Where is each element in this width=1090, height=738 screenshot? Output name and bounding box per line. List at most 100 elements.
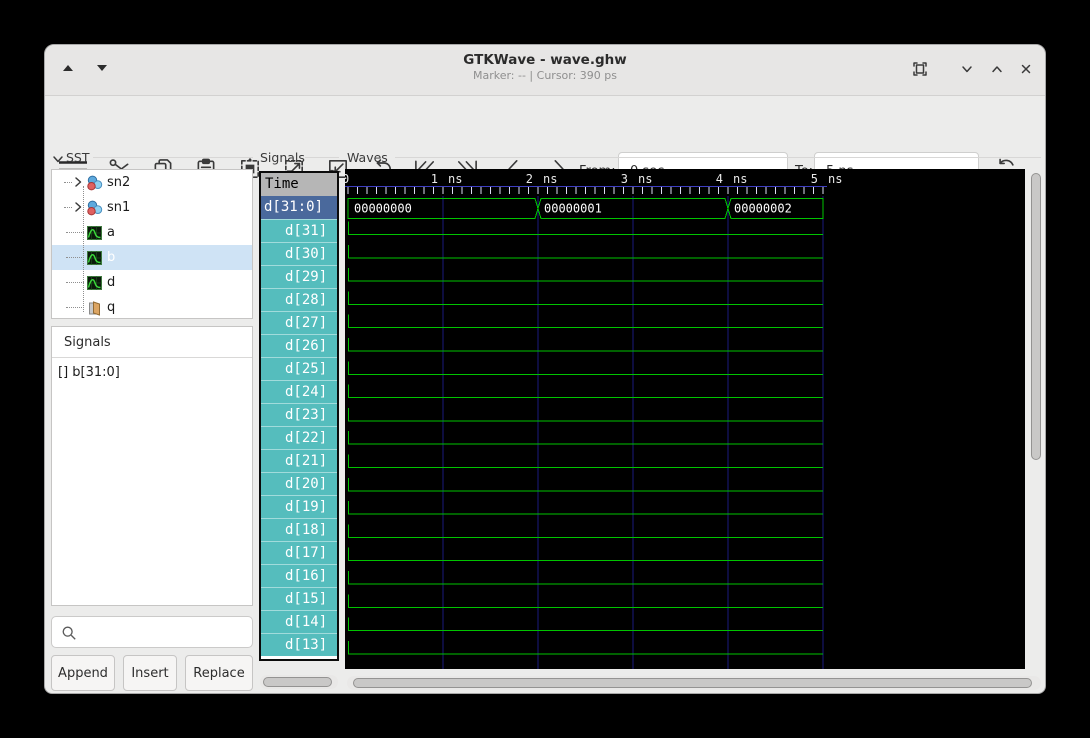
signal-row-d28[interactable]: d[28] — [261, 288, 337, 311]
tree-item-label: d — [107, 275, 115, 290]
chevron-up-icon — [988, 60, 1006, 78]
tree-item-q[interactable]: q — [52, 295, 252, 320]
expander-chevron-icon[interactable] — [72, 173, 84, 192]
window-status: Marker: -- | Cursor: 390 ps — [45, 69, 1045, 83]
waves-label: Waves — [347, 150, 388, 165]
insert-button[interactable]: Insert — [123, 655, 177, 691]
svg-text:2: 2 — [526, 172, 533, 186]
signals-column-label: Signals — [260, 150, 305, 165]
signal-row-d17[interactable]: d[17] — [261, 541, 337, 564]
svg-text:0: 0 — [345, 172, 349, 186]
sst-label: SST — [66, 150, 90, 165]
tree-item-sn2[interactable]: sn2 — [52, 170, 252, 195]
signal-row-d23[interactable]: d[23] — [261, 403, 337, 426]
sst-expander-icon[interactable] — [52, 153, 64, 165]
wave-vscrollbar-thumb[interactable] — [1031, 173, 1041, 460]
close-icon — [1017, 60, 1035, 78]
svg-text:4: 4 — [716, 172, 723, 186]
gtkwave-window: GTKWave - wave.ghw Marker: -- | Cursor: … — [44, 44, 1046, 694]
signal-row-d30[interactable]: d[30] — [261, 242, 337, 265]
waveform-plot: 01ns2ns3ns4ns5ns000000000000000100000002 — [345, 169, 1025, 669]
window-title: GTKWave - wave.ghw — [45, 51, 1045, 69]
fullscreen-icon — [911, 60, 929, 78]
tree-item-label: q — [107, 300, 115, 315]
tree-item-label: a — [107, 225, 115, 240]
signal-row-d25[interactable]: d[25] — [261, 357, 337, 380]
signals-hscrollbar-track[interactable] — [260, 675, 338, 689]
signal-row-d21[interactable]: d[21] — [261, 449, 337, 472]
signals-panel-title: Signals — [64, 335, 111, 350]
wave-icon — [86, 250, 103, 266]
wave-hscrollbar-thumb[interactable] — [353, 678, 1032, 688]
signals-hscrollbar-thumb[interactable] — [263, 677, 332, 687]
search-icon — [61, 625, 77, 641]
signals-panel-entry[interactable]: [] b[31:0] — [58, 365, 120, 380]
svg-text:ns: ns — [828, 172, 842, 186]
titlebar: GTKWave - wave.ghw Marker: -- | Cursor: … — [45, 45, 1045, 96]
module-icon — [86, 175, 103, 191]
svg-text:1: 1 — [431, 172, 438, 186]
tree-item-label: sn1 — [107, 200, 130, 215]
toolbar: From: To: — [45, 95, 1045, 149]
signal-row-d27[interactable]: d[27] — [261, 311, 337, 334]
wave-icon — [86, 225, 103, 241]
titlebar-text: GTKWave - wave.ghw Marker: -- | Cursor: … — [45, 51, 1045, 83]
svg-text:5: 5 — [811, 172, 818, 186]
signal-row-d26[interactable]: d[26] — [261, 334, 337, 357]
screen-background: GTKWave - wave.ghw Marker: -- | Cursor: … — [0, 0, 1090, 738]
signals-column-frame-line — [305, 157, 339, 158]
tree-dotted-line — [66, 282, 84, 284]
svg-text:00000002: 00000002 — [734, 202, 792, 216]
chevron-down-icon — [958, 60, 976, 78]
signal-name-column: Time d[31:0] d[31]d[30]d[29]d[28]d[27]d[… — [259, 171, 339, 661]
signal-row-d19[interactable]: d[19] — [261, 495, 337, 518]
tree-dotted-line — [64, 182, 72, 184]
signal-row-d31[interactable]: d[31] — [261, 219, 337, 242]
tree-item-label: sn2 — [107, 175, 130, 190]
svg-text:00000000: 00000000 — [354, 202, 412, 216]
signal-row-d29[interactable]: d[29] — [261, 265, 337, 288]
tree-dotted-line — [66, 257, 84, 259]
close-button[interactable] — [1017, 60, 1035, 78]
signal-row-d24[interactable]: d[24] — [261, 380, 337, 403]
port-icon — [86, 300, 103, 316]
signal-row-d20[interactable]: d[20] — [261, 472, 337, 495]
signal-row-d15[interactable]: d[15] — [261, 587, 337, 610]
search-input[interactable] — [82, 621, 251, 645]
wave-vscrollbar-track[interactable] — [1029, 171, 1043, 691]
tree-dotted-line — [64, 207, 72, 209]
minimize-button[interactable] — [958, 60, 976, 78]
tree-item-d[interactable]: d — [52, 270, 252, 295]
wave-canvas[interactable]: 01ns2ns3ns4ns5ns000000000000000100000002 — [345, 169, 1025, 669]
signal-row-d16[interactable]: d[16] — [261, 564, 337, 587]
signal-row-d14[interactable]: d[14] — [261, 610, 337, 633]
sst-tree[interactable]: sn2 sn1 abdq — [51, 169, 253, 319]
svg-text:ns: ns — [448, 172, 462, 186]
signal-row-d13[interactable]: d[13] — [261, 633, 337, 656]
tree-dotted-line — [66, 232, 84, 234]
time-header[interactable]: Time — [261, 173, 337, 196]
fullscreen-button[interactable] — [911, 60, 929, 78]
module-icon — [86, 200, 103, 216]
signal-row-d22[interactable]: d[22] — [261, 426, 337, 449]
tree-item-b[interactable]: b — [52, 245, 252, 270]
tree-dotted-line — [66, 307, 84, 309]
wave-icon — [86, 275, 103, 291]
wave-hscrollbar-track[interactable] — [347, 676, 1041, 690]
replace-button[interactable]: Replace — [185, 655, 253, 691]
tree-item-a[interactable]: a — [52, 220, 252, 245]
signal-search — [51, 616, 253, 648]
signals-panel-header: Signals — [52, 327, 252, 358]
bus-signal-row[interactable]: d[31:0] — [261, 196, 337, 219]
tree-item-sn1[interactable]: sn1 — [52, 195, 252, 220]
sst-frame-line — [93, 157, 253, 158]
svg-text:ns: ns — [638, 172, 652, 186]
maximize-button[interactable] — [988, 60, 1006, 78]
signals-panel: Signals [] b[31:0] — [51, 326, 253, 606]
append-button[interactable]: Append — [51, 655, 115, 691]
svg-text:3: 3 — [621, 172, 628, 186]
expander-chevron-icon[interactable] — [72, 198, 84, 217]
waves-frame-line — [395, 157, 1041, 158]
tree-item-label: b — [107, 250, 115, 265]
signal-row-d18[interactable]: d[18] — [261, 518, 337, 541]
